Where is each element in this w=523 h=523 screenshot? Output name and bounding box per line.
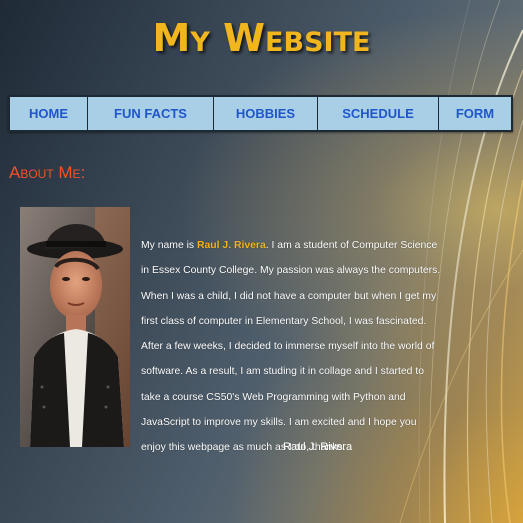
nav-fun-facts[interactable]: FUN FACTS — [88, 97, 214, 130]
about-heading: About Me: — [9, 163, 86, 182]
bio-text: . I am a student of Computer Science in … — [141, 240, 441, 454]
profile-photo-icon — [20, 207, 130, 447]
profile-photo — [20, 207, 130, 447]
signature: Raul J. Rivera — [283, 441, 353, 453]
nav-schedule[interactable]: SCHEDULE — [318, 97, 439, 130]
nav-hobbies[interactable]: HOBBIES — [214, 97, 318, 130]
site-title: My Website — [152, 16, 371, 60]
nav-form[interactable]: FORM — [439, 97, 511, 130]
bio-intro: My name is — [141, 240, 198, 251]
bio-name-highlight: Raul J. Rivera — [197, 240, 266, 251]
about-bio: My name is Raul J. Rivera. I am a studen… — [141, 233, 441, 461]
main-nav: HOME FUN FACTS HOBBIES SCHEDULE FORM — [8, 95, 513, 132]
nav-home[interactable]: HOME — [10, 97, 88, 130]
